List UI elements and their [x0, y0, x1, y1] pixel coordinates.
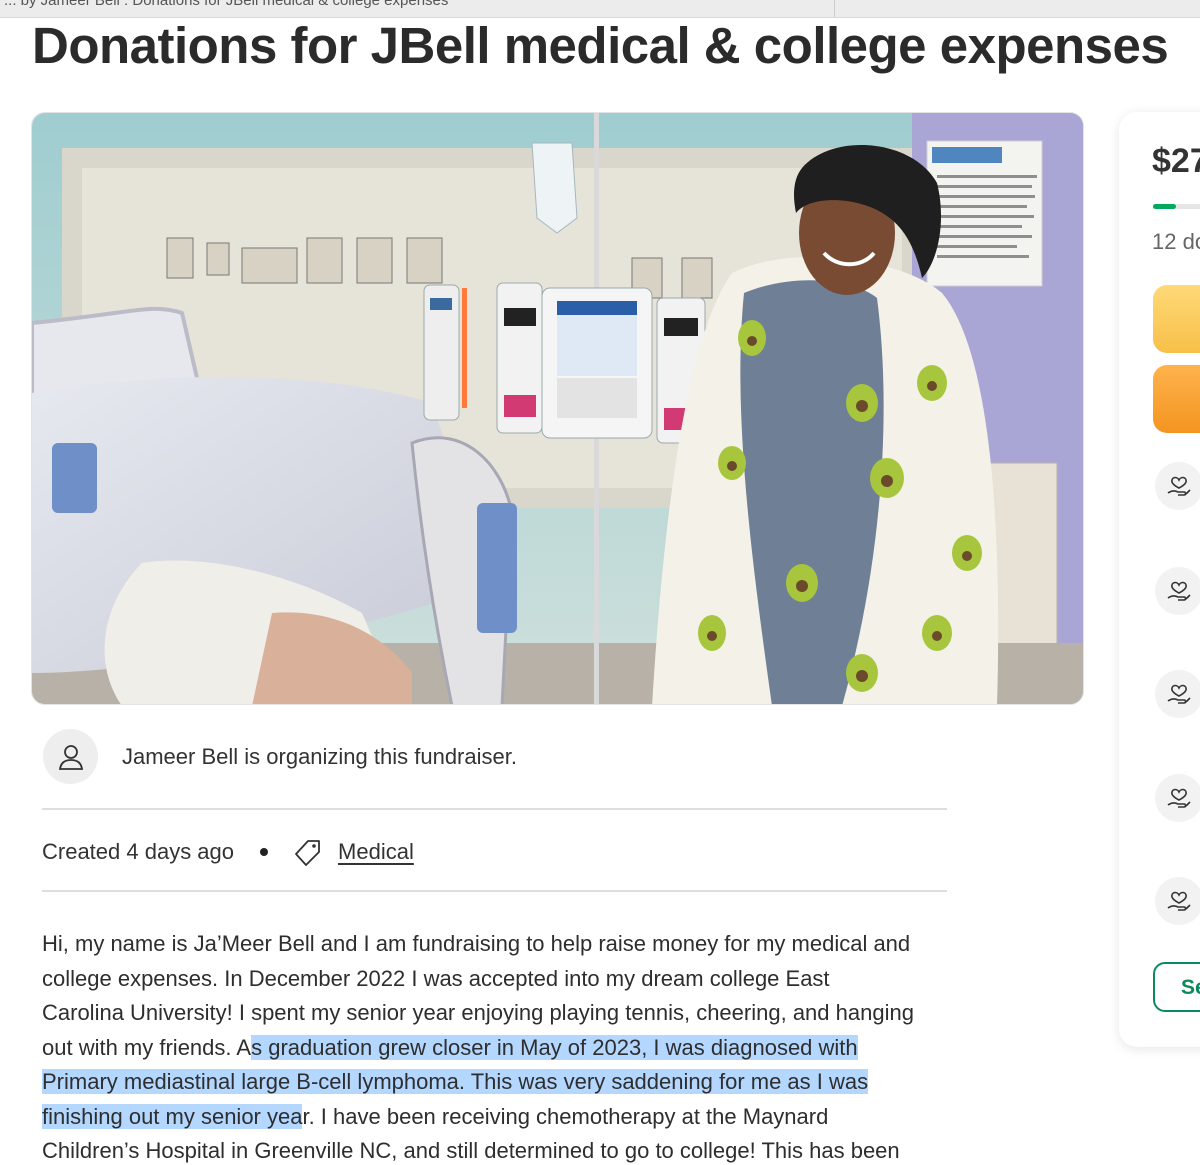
share-button[interactable]	[1153, 285, 1200, 353]
see-all-button[interactable]: Se	[1153, 962, 1200, 1012]
user-icon	[58, 744, 83, 770]
created-date: Created 4 days ago	[42, 839, 235, 864]
story-line: out with my friends. As graduation grew …	[42, 1031, 952, 1066]
divider-bottom	[42, 890, 947, 892]
progress-fill	[1153, 204, 1176, 209]
story-line: finishing out my senior year. I have bee…	[42, 1100, 952, 1135]
organizer-text: Jameer Bell is organizing this fundraise…	[122, 744, 517, 769]
category-link[interactable]: Medical	[338, 839, 414, 865]
donor-heart-hand-icon	[1155, 877, 1200, 925]
donation-sidebar: $27 12 do Se	[1119, 112, 1200, 1047]
selected-text: finishing out my senior yea	[42, 1103, 303, 1129]
story-text: r. I have been receiving chemotherapy at…	[302, 1103, 829, 1129]
campaign-hero-image[interactable]	[31, 112, 1084, 705]
selected-text: Primary mediastinal large B-cell lymphom…	[42, 1069, 869, 1094]
donor-heart-hand-icon	[1155, 462, 1200, 510]
story-text: out with my friends. A	[42, 1034, 252, 1060]
selected-text: s graduation grew closer in May of 2023,…	[251, 1034, 858, 1060]
organizer-avatar	[43, 729, 98, 784]
donor-heart-hand-icon	[1155, 670, 1200, 718]
story-line: Hi, my name is Ja’Meer Bell and I am fun…	[42, 931, 911, 956]
story-line: Children’s Hospital in Greenville NC, an…	[42, 1138, 900, 1163]
campaign-story: Hi, my name is Ja’Meer Bell and I am fun…	[42, 927, 952, 1165]
story-line: Carolina University! I spent my senior y…	[42, 1000, 914, 1025]
donor-heart-hand-icon	[1155, 774, 1200, 822]
donor-heart-hand-icon	[1155, 567, 1200, 615]
donate-button[interactable]	[1153, 365, 1200, 433]
tag-icon	[292, 836, 324, 868]
campaign-meta: Created 4 days ago Medical	[42, 836, 414, 868]
amount-raised: $27	[1152, 142, 1200, 180]
divider-top	[42, 808, 947, 810]
donation-count: 12 do	[1152, 229, 1200, 254]
separator-dot	[260, 848, 269, 856]
progress-bar	[1153, 204, 1200, 209]
story-line: Primary mediastinal large B-cell lymphom…	[42, 1065, 952, 1100]
browser-tab-title[interactable]: ... by Jameer Bell : Donations for JBell…	[4, 0, 448, 9]
page-title: Donations for JBell medical & college ex…	[32, 17, 1169, 74]
story-line: college expenses. In December 2022 I was…	[42, 965, 830, 991]
